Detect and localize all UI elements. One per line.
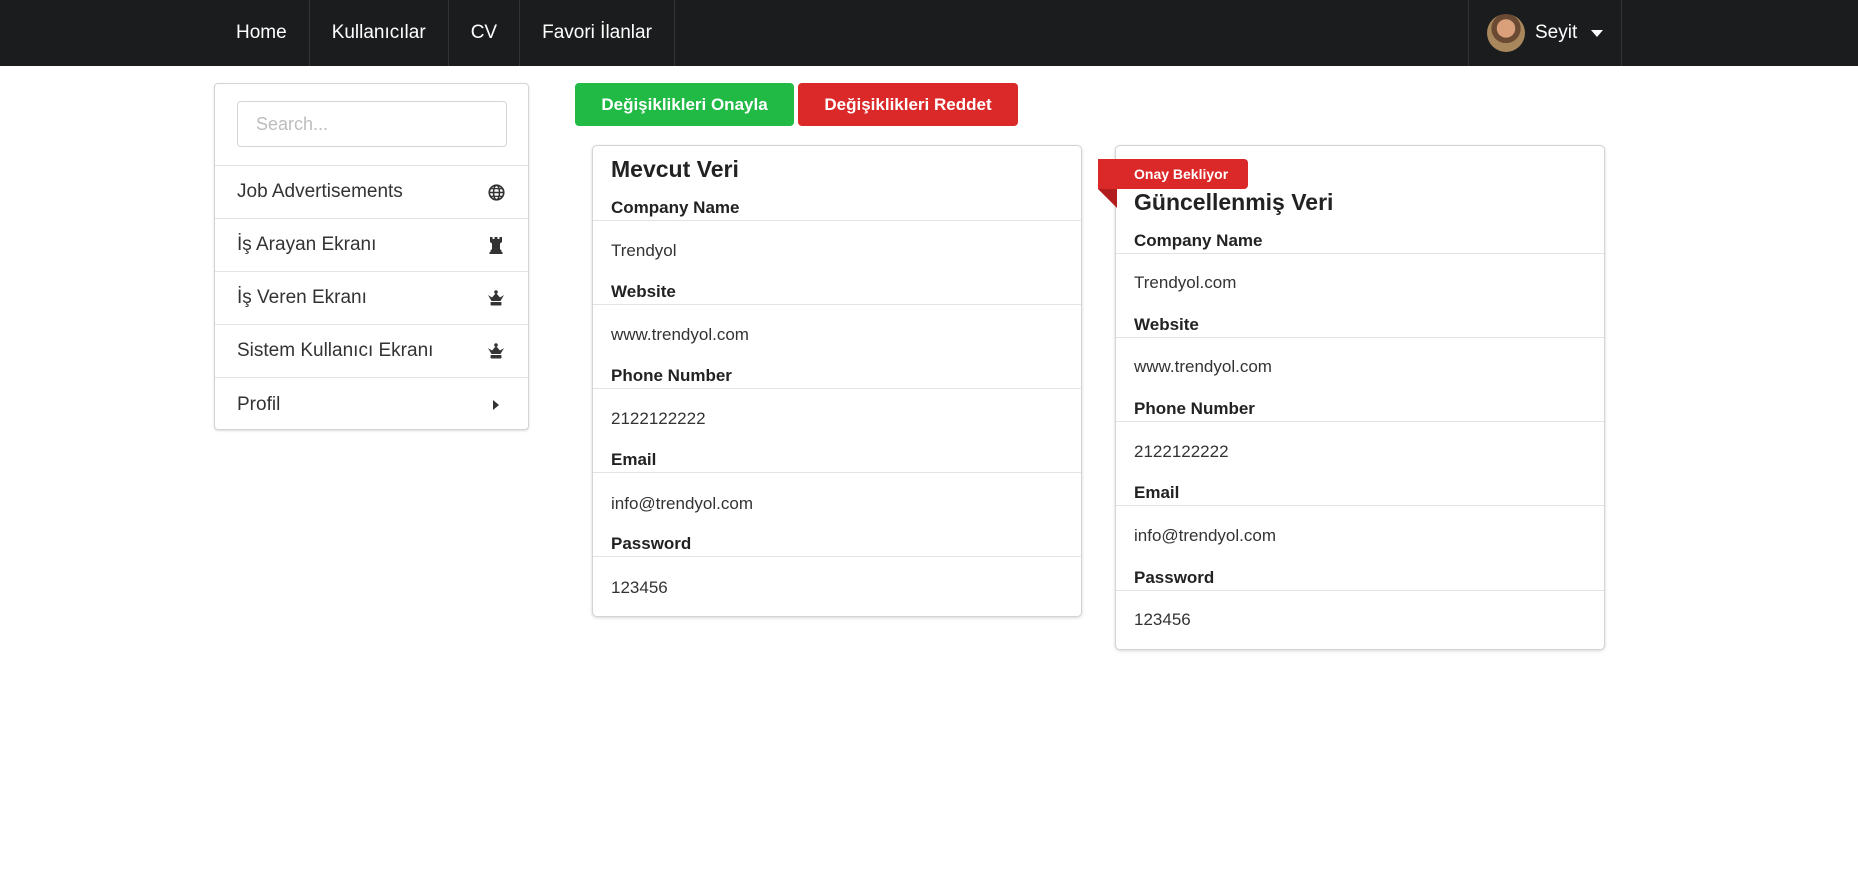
user-name: Seyit — [1535, 22, 1578, 43]
divider — [593, 220, 1081, 221]
divider — [593, 388, 1081, 389]
divider — [593, 304, 1081, 305]
chess-rook-icon — [486, 235, 506, 255]
ribbon-fold — [1098, 189, 1117, 208]
phone-number-value: 2122122222 — [611, 409, 706, 428]
divider — [1116, 421, 1604, 422]
divider — [1116, 253, 1604, 254]
website-label: Website — [1134, 315, 1199, 334]
sidebar-item-system-user-screen[interactable]: Sistem Kullanıcı Ekranı — [215, 325, 528, 378]
pending-approval-ribbon: Onay Bekliyor — [1098, 159, 1248, 189]
divider — [1116, 505, 1604, 506]
sidebar-item-profile[interactable]: Profil — [215, 378, 528, 431]
divider — [1116, 590, 1604, 591]
nav-item-cv[interactable]: CV — [449, 0, 521, 66]
divider — [593, 556, 1081, 557]
card-title: Mevcut Veri — [611, 156, 739, 182]
chess-queen-icon — [486, 341, 506, 361]
company-name-value: Trendyol — [611, 241, 677, 260]
company-name-label: Company Name — [611, 198, 740, 217]
top-navbar: Home Kullanıcılar CV Favori İlanlar Seyi… — [0, 0, 1858, 66]
email-label: Email — [1134, 483, 1180, 502]
current-data-card: Mevcut Veri Company Name Trendyol Websit… — [592, 145, 1082, 617]
card-title: Güncellenmiş Veri — [1134, 189, 1334, 215]
email-value: info@trendyol.com — [611, 494, 753, 513]
user-menu-dropdown[interactable]: Seyit — [1468, 0, 1622, 66]
reject-changes-button[interactable]: Değişiklikleri Reddet — [798, 83, 1018, 126]
website-value: www.trendyol.com — [611, 325, 749, 344]
password-label: Password — [1134, 568, 1215, 587]
approve-changes-button[interactable]: Değişiklikleri Onayla — [575, 83, 794, 126]
nav-menu: Home Kullanıcılar CV Favori İlanlar — [214, 0, 675, 66]
sidebar-item-job-advertisements[interactable]: Job Advertisements — [215, 166, 528, 219]
phone-number-label: Phone Number — [611, 366, 732, 385]
password-value: 123456 — [611, 578, 668, 597]
sidebar-item-job-seeker-screen[interactable]: İş Arayan Ekranı — [215, 219, 528, 272]
sidebar-item-label: İş Arayan Ekranı — [237, 234, 377, 255]
chevron-down-icon — [1591, 29, 1604, 37]
sidebar-item-label: İş Veren Ekranı — [237, 287, 367, 308]
email-value: info@trendyol.com — [1134, 526, 1276, 545]
password-value: 123456 — [1134, 610, 1191, 629]
updated-data-card: Güncellenmiş Veri Company Name Trendyol.… — [1115, 145, 1605, 650]
globe-icon — [486, 182, 506, 202]
sidebar-item-employer-screen[interactable]: İş Veren Ekranı — [215, 272, 528, 325]
sidebar-item-label: Profil — [237, 393, 281, 415]
phone-number-value: 2122122222 — [1134, 442, 1229, 461]
website-label: Website — [611, 282, 676, 301]
email-label: Email — [611, 450, 657, 469]
company-name-value: Trendyol.com — [1134, 273, 1237, 292]
avatar — [1487, 14, 1525, 52]
divider — [1116, 337, 1604, 338]
sidebar-menu: Job Advertisements İş Arayan Ekranı İş V… — [214, 83, 529, 430]
password-label: Password — [611, 534, 692, 553]
search-container — [215, 84, 528, 166]
caret-right-icon — [486, 395, 506, 415]
nav-item-home[interactable]: Home — [214, 0, 310, 66]
phone-number-label: Phone Number — [1134, 399, 1255, 418]
chess-queen-icon — [486, 288, 506, 308]
sidebar-item-label: Job Advertisements — [237, 181, 403, 202]
divider — [593, 472, 1081, 473]
search-input[interactable] — [237, 101, 507, 147]
nav-item-users[interactable]: Kullanıcılar — [310, 0, 449, 66]
nav-item-favorite-ads[interactable]: Favori İlanlar — [520, 0, 675, 66]
website-value: www.trendyol.com — [1134, 357, 1272, 376]
company-name-label: Company Name — [1134, 231, 1263, 250]
sidebar-item-label: Sistem Kullanıcı Ekranı — [237, 340, 434, 361]
